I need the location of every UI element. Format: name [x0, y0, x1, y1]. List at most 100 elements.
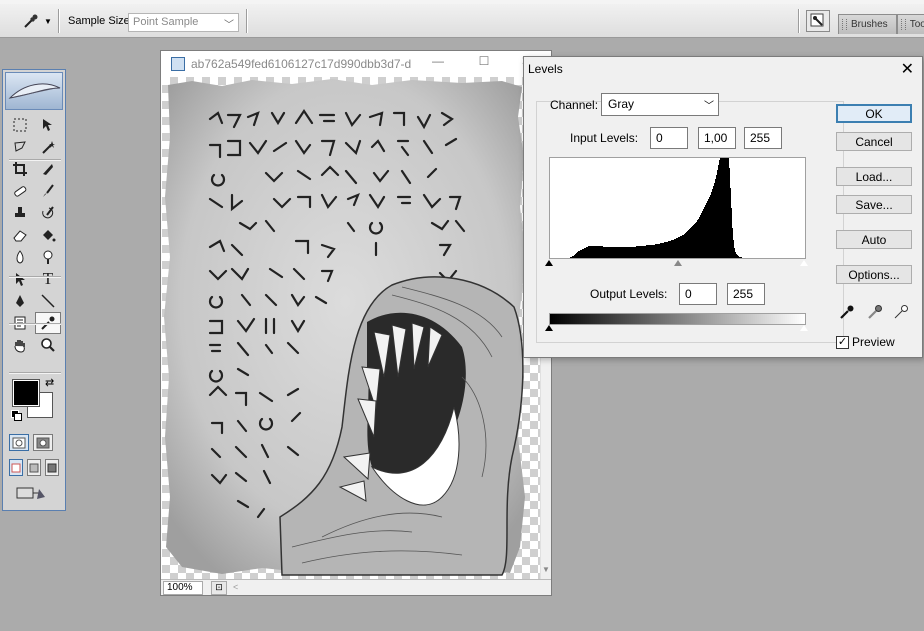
histogram-bar — [594, 246, 595, 258]
toolbox-header[interactable] — [5, 72, 63, 110]
histogram-bar — [612, 247, 613, 258]
histogram-bar — [627, 247, 628, 258]
output-slider[interactable] — [545, 324, 809, 337]
histogram-bar — [639, 246, 640, 258]
swap-colors-icon[interactable]: ⇄ — [45, 376, 54, 389]
line-icon[interactable] — [35, 290, 61, 312]
histogram-bar — [710, 195, 711, 258]
output-white-field[interactable]: 255 — [727, 283, 765, 305]
histogram-bar — [711, 192, 712, 258]
quick-mask-mode-icon[interactable] — [33, 434, 53, 451]
foreground-color-swatch[interactable] — [12, 379, 40, 407]
histogram-bar — [642, 246, 643, 258]
sample-size-select[interactable]: Point Sample ﹀ — [128, 13, 239, 32]
blur-icon[interactable] — [7, 246, 33, 268]
histogram-bar — [605, 247, 606, 258]
zoom-icon[interactable] — [35, 334, 61, 356]
standard-mode-icon[interactable] — [9, 434, 29, 451]
input-gamma-field[interactable]: 1,00 — [698, 127, 736, 149]
histogram-bar — [655, 244, 656, 258]
healing-brush-icon[interactable] — [7, 180, 33, 202]
lasso-icon[interactable] — [7, 136, 33, 158]
output-black-handle[interactable] — [545, 325, 553, 331]
input-white-field[interactable]: 255 — [744, 127, 782, 149]
document-titlebar[interactable]: ab762a549fed6106127c17d990dbb3d7-d... — … — [161, 51, 551, 77]
histogram-bar — [702, 211, 703, 258]
jump-to-imageready-icon[interactable] — [9, 484, 53, 501]
pen-icon[interactable] — [7, 290, 33, 312]
histogram-bar — [598, 246, 599, 258]
feather-logo-icon — [8, 83, 61, 99]
gray-eyedropper-icon[interactable] — [864, 301, 886, 323]
output-levels-label: Output Levels: — [590, 287, 668, 301]
tool-preset-picker[interactable]: ▼ — [16, 10, 56, 32]
input-black-handle[interactable] — [545, 260, 553, 266]
output-black-field[interactable]: 0 — [679, 283, 717, 305]
histogram-bar — [592, 246, 593, 258]
tool-grid: T — [7, 114, 63, 356]
close-icon[interactable]: ✕ — [901, 59, 914, 79]
type-icon[interactable]: T — [35, 268, 61, 290]
histogram-bar — [699, 217, 700, 258]
standard-screen-icon[interactable] — [9, 459, 23, 476]
clone-stamp-icon[interactable] — [7, 202, 33, 224]
scroll-down-icon[interactable]: ▼ — [542, 565, 550, 574]
paint-bucket-icon[interactable] — [35, 224, 61, 246]
histogram-chart — [570, 158, 742, 258]
history-brush-icon[interactable] — [35, 202, 61, 224]
histogram-bar — [572, 256, 573, 258]
slice-icon[interactable] — [35, 158, 61, 180]
scroll-left-icon[interactable]: < — [233, 582, 238, 592]
cancel-button[interactable]: Cancel — [836, 132, 912, 151]
full-screen-menu-icon[interactable] — [27, 459, 41, 476]
sample-size-value: Point Sample — [133, 16, 199, 28]
crop-icon[interactable] — [7, 158, 33, 180]
save-button[interactable]: Save... — [836, 195, 912, 214]
load-button[interactable]: Load... — [836, 167, 912, 186]
preview-checkbox[interactable]: ✓ — [836, 335, 849, 349]
input-slider[interactable] — [545, 259, 809, 272]
workspace-icon[interactable] — [806, 10, 830, 32]
white-eyedropper-icon[interactable] — [890, 301, 912, 323]
brush-icon[interactable] — [35, 180, 61, 202]
magic-wand-icon[interactable] — [35, 136, 61, 158]
zoom-level-field[interactable]: 100% — [163, 581, 203, 595]
tab-tool-presets[interactable]: Too — [896, 14, 924, 34]
dodge-icon[interactable] — [35, 246, 61, 268]
input-black-field[interactable]: 0 — [650, 127, 688, 149]
tab-brushes[interactable]: Brushes — [838, 14, 897, 34]
marquee-icon[interactable] — [7, 114, 33, 136]
path-selection-icon[interactable] — [7, 268, 33, 290]
output-white-handle[interactable] — [799, 324, 809, 332]
eraser-icon[interactable] — [7, 224, 33, 246]
auto-button[interactable]: Auto — [836, 230, 912, 249]
histogram-bar — [714, 183, 715, 258]
histogram-bar — [663, 243, 664, 258]
options-button[interactable]: Options... — [836, 265, 912, 284]
input-gamma-handle[interactable] — [674, 260, 682, 266]
histogram-bar — [590, 246, 591, 258]
histogram-bar — [726, 158, 727, 258]
histogram-bar — [629, 247, 630, 258]
image-canvas[interactable] — [162, 77, 540, 579]
minimize-icon[interactable]: — — [429, 54, 447, 72]
histogram-bar — [582, 249, 583, 258]
histogram-bar — [633, 247, 634, 258]
histogram-bar — [693, 225, 694, 258]
black-eyedropper-icon[interactable] — [836, 301, 858, 323]
full-screen-icon[interactable] — [45, 459, 59, 476]
status-menu-icon[interactable]: ⊡ — [211, 581, 227, 595]
histogram-bar — [671, 240, 672, 258]
ok-button[interactable]: OK — [836, 104, 912, 123]
default-colors-icon[interactable] — [11, 410, 22, 421]
maximize-icon[interactable]: ☐ — [475, 54, 493, 72]
histogram-bar — [720, 158, 721, 258]
hand-icon[interactable] — [7, 334, 33, 356]
channel-select[interactable]: Gray ﹀ — [601, 93, 719, 116]
histogram-bar — [689, 229, 690, 258]
histogram-bar — [680, 236, 681, 258]
input-white-handle[interactable] — [799, 259, 809, 267]
histogram-bar — [724, 158, 725, 258]
move-icon[interactable] — [35, 114, 61, 136]
preview-toggle[interactable]: ✓ Preview — [836, 335, 895, 349]
